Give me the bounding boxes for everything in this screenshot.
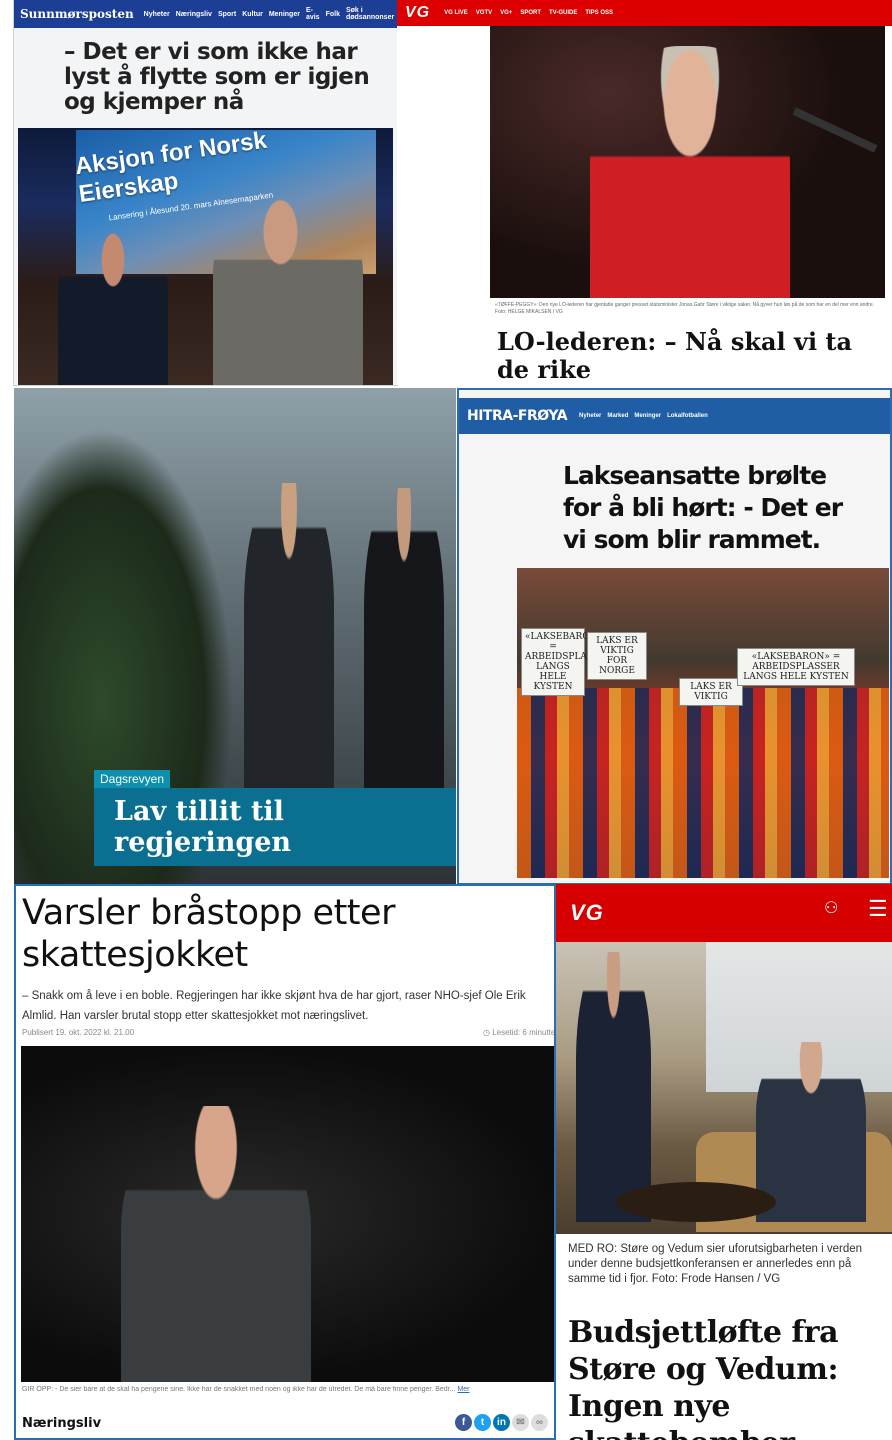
protest-sign: LAKS ER VIKTIG FOR NORGE: [587, 632, 647, 680]
nav-item-nyheter[interactable]: Nyheter: [579, 413, 601, 419]
nav-item-folk[interactable]: Folk: [326, 11, 340, 18]
read-time: ◷ Lesetid: 6 minutter: [482, 1028, 556, 1037]
nav-item-tv-guide[interactable]: TV-GUIDE: [549, 10, 577, 16]
person-figure: [213, 198, 363, 385]
share-buttons: f t in ✉ ∞: [455, 1414, 548, 1431]
hitra-froya-panel: HITRA-FRØYA Nyheter Marked Meninger Loka…: [457, 388, 892, 885]
article-photo: [556, 942, 892, 1234]
hitra-froya-navbar: HITRA-FRØYA Nyheter Marked Meninger Loka…: [459, 398, 890, 434]
nav-item-marked[interactable]: Marked: [607, 413, 628, 419]
vg-logo[interactable]: VG: [405, 4, 430, 22]
article-photo: [21, 1046, 554, 1382]
photo-caption: GIR OPP: - De sier bare at de skal ha pe…: [22, 1386, 554, 1393]
nav-item-meninger[interactable]: Meninger: [634, 413, 661, 419]
article-headline[interactable]: Budsjettløfte fra Støre og Vedum: Ingen …: [568, 1314, 888, 1440]
nav-item-meninger[interactable]: Meninger: [269, 11, 300, 18]
protest-sign: «LAKSEBARON» = ARBEIDSPLASSER LANGS HELE…: [521, 628, 612, 696]
vg-desktop-panel: VG VG LIVE VGTV VG+ SPORT TV-GUIDE TIPS …: [397, 0, 892, 385]
caption-more-link[interactable]: Mer: [457, 1386, 469, 1393]
nav-item-vg-live[interactable]: VG LIVE: [444, 10, 468, 16]
vg-logo[interactable]: VG: [570, 900, 604, 926]
nav-item-e-avis[interactable]: E-avis: [306, 7, 320, 21]
nav-item-vg-plus[interactable]: VG+: [500, 10, 512, 16]
article-headline[interactable]: – Det er vi som ikke har lyst å flytte s…: [64, 40, 384, 115]
person-figure: [244, 483, 334, 793]
protest-sign: «LAKSEBARON» = ARBEIDSPLASSER LANGS HELE…: [737, 648, 855, 686]
link-icon[interactable]: ∞: [531, 1414, 548, 1431]
linkedin-icon[interactable]: in: [493, 1414, 510, 1431]
article-photo: «LAKSEBARON» = ARBEIDSPLASSER LANGS HELE…: [517, 568, 889, 878]
article-photo: Aksjon for Norsk Eierskap Lansering i Ål…: [18, 128, 393, 385]
user-icon[interactable]: ⚇: [824, 898, 838, 918]
read-time-text: Lesetid: 6 minutter: [492, 1028, 556, 1037]
nav-item-nyheter[interactable]: Nyheter: [144, 11, 170, 18]
vg-mobile-panel: VG ⚇ ☰ MED RO: Støre og Vedum sier uforu…: [556, 884, 892, 1440]
nav-item-tips-oss[interactable]: TIPS OSS: [585, 10, 613, 16]
article-photo: [490, 26, 885, 298]
person-figure: [590, 46, 790, 298]
email-icon[interactable]: ✉: [512, 1414, 529, 1431]
article-meta: Publisert 19. okt. 2022 kl. 21.00 ◷ Lese…: [22, 1028, 556, 1037]
nav-item-sport[interactable]: Sport: [218, 11, 236, 18]
coffee-table: [616, 1182, 776, 1222]
vg-navbar: VG VG LIVE VGTV VG+ SPORT TV-GUIDE TIPS …: [397, 0, 892, 26]
dagsrevyen-panel: Dagsrevyen Lav tillit til regjeringen: [14, 388, 456, 885]
nav-item-lokalfotballen[interactable]: Lokalfotballen: [667, 413, 708, 419]
vg-mobile-header: VG ⚇ ☰: [556, 884, 892, 942]
section-label[interactable]: Næringsliv: [22, 1416, 101, 1431]
program-tag: Dagsrevyen: [94, 770, 171, 788]
caption-text: GIR OPP: - De sier bare at de skal ha pe…: [22, 1386, 456, 1393]
menu-icon[interactable]: ☰: [868, 896, 888, 922]
article-lead: – Snakk om å leve i en boble. Regjeringe…: [22, 990, 526, 1022]
person-figure: [364, 488, 444, 788]
article-headline[interactable]: Varsler bråstopp etter skattesjokket: [22, 892, 552, 976]
nav-item-naeringsliv[interactable]: Næringsliv: [176, 11, 212, 18]
nav-item-dodsannonser[interactable]: Søk i dødsannonser: [346, 7, 394, 21]
microphone: [792, 107, 878, 153]
nav-item-kultur[interactable]: Kultur: [242, 11, 263, 18]
photo-caption: MED RO: Støre og Vedum sier uforutsigbar…: [568, 1243, 863, 1285]
protest-sign: LAKS ER VIKTIG: [679, 678, 743, 706]
person-figure: [58, 228, 168, 385]
article-headline[interactable]: Lakseansatte brølte for å bli hørt: - De…: [563, 460, 863, 556]
sunnmorsposten-logo[interactable]: Sunnmørsposten: [20, 7, 134, 21]
facebook-icon[interactable]: f: [455, 1414, 472, 1431]
nho-article-panel: Varsler bråstopp etter skattesjokket – S…: [14, 884, 556, 1440]
crowd: [517, 688, 889, 878]
sunnmorsposten-panel: Sunnmørsposten Nyheter Næringsliv Sport …: [14, 0, 397, 385]
person-figure: [756, 1042, 866, 1222]
person-figure: [121, 1106, 311, 1382]
nav-item-sport[interactable]: SPORT: [520, 10, 541, 16]
published-date: Publisert 19. okt. 2022 kl. 21.00: [22, 1028, 135, 1037]
lower-third-title: Lav tillit til regjeringen: [94, 788, 456, 866]
photo-caption: «TØFFE-PEGGY»: Den nye LO-lederen har gj…: [495, 302, 875, 315]
nav-item-vgtv[interactable]: VGTV: [476, 10, 492, 16]
sunnmorsposten-navbar: Sunnmørsposten Nyheter Næringsliv Sport …: [14, 0, 397, 28]
twitter-icon[interactable]: t: [474, 1414, 491, 1431]
person-figure: [576, 952, 651, 1222]
hitra-froya-logo[interactable]: HITRA-FRØYA: [467, 408, 568, 424]
article-headline[interactable]: LO-lederen: – Nå skal vi ta de rike: [497, 328, 887, 384]
